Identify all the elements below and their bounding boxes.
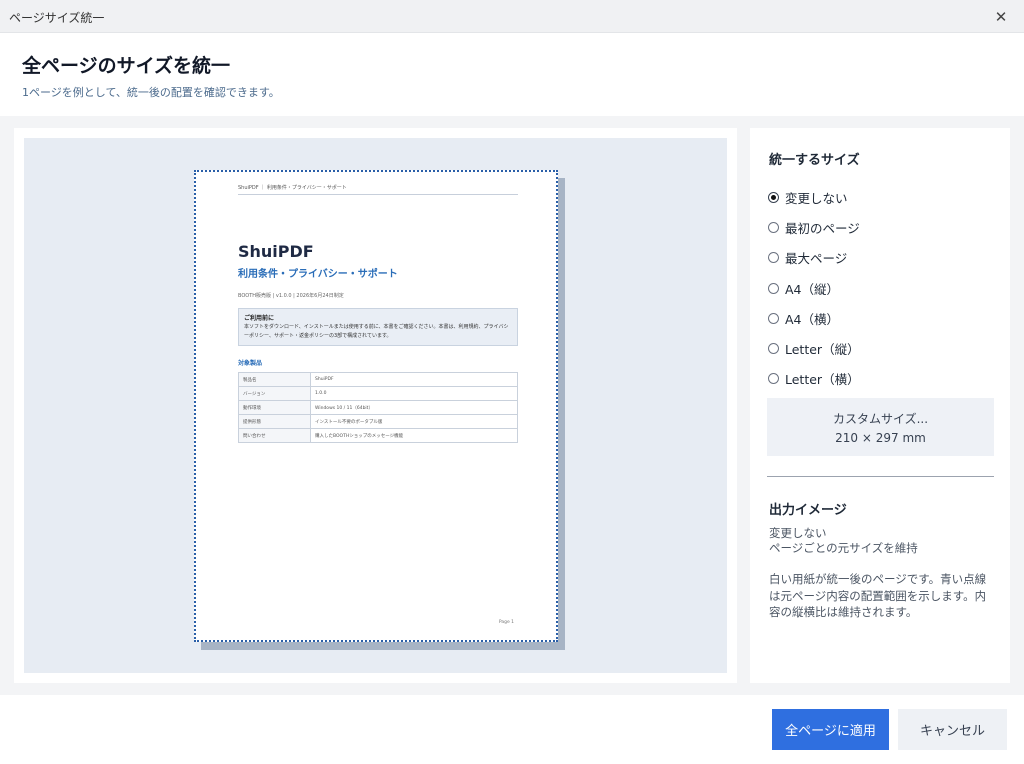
page-content: ShuiPDF ｜ 利用条件・プライバシー・サポート ShuiPDF 利用条件・… [238, 184, 518, 443]
size-option-label: 最大ページ [785, 251, 848, 267]
page-subtitle: 1ページを例として、統一後の配置を確認できます。 [22, 86, 280, 99]
notice-box: ご利用前に 本ソフトをダウンロード、インストールまたは使用する前に、本書をご確認… [238, 308, 518, 346]
document-subtitle: 利用条件・プライバシー・サポート [238, 269, 398, 280]
radio-icon[interactable] [768, 312, 779, 324]
size-option-label: A4（縦） [785, 281, 840, 297]
document-meta: BOOTH販売版 | v1.0.0 | 2026年6月24日制定 [238, 293, 344, 299]
size-section-title: 統一するサイズ [769, 153, 860, 168]
size-option[interactable]: A4（縦） [768, 273, 860, 303]
divider [767, 476, 994, 477]
output-mode: 変更しない [769, 526, 827, 540]
notice-title: ご利用前に [244, 315, 275, 322]
page-title: 全ページのサイズを統一 [22, 55, 231, 77]
section-title: 対象製品 [238, 360, 263, 367]
output-description: ページごとの元サイズを維持 [769, 541, 918, 555]
size-option[interactable]: 最大ページ [768, 243, 860, 273]
radio-icon[interactable] [768, 282, 779, 294]
radio-icon[interactable] [768, 343, 779, 355]
table-key: 提供形態 [238, 414, 311, 429]
size-option-label: A4（横） [785, 311, 840, 327]
size-option-label: 最初のページ [785, 220, 860, 236]
size-option[interactable]: A4（横） [768, 303, 860, 333]
product-table: 製品名 ShuiPDF バージョン 1.0.0 動作環境 Windows 10 / 11（… [238, 372, 518, 443]
dialog-footer: 全ページに適用 キャンセル [0, 695, 1024, 764]
table-key: 製品名 [238, 372, 311, 387]
size-option[interactable]: 最初のページ [768, 212, 860, 242]
table-key: 問い合わせ [238, 428, 311, 443]
table-row: 動作環境 Windows 10 / 11（64bit） [238, 400, 518, 415]
preview-area: ShuiPDF ｜ 利用条件・プライバシー・サポート ShuiPDF 利用条件・… [24, 138, 727, 673]
window-titlebar: ページサイズ統一 ✕ [0, 0, 1024, 33]
close-icon[interactable]: ✕ [978, 0, 1024, 33]
custom-size-label: カスタムサイズ... [832, 411, 929, 426]
size-option-label: Letter（縦） [785, 342, 860, 358]
settings-panel: 統一するサイズ 変更しない 最初のページ 最大ページ A4（縦） A4（横） Letter… [750, 128, 1010, 683]
output-note: 白い用紙が統一後のページです。青い点線は元ページ内容の配置範囲を示します。内容の… [769, 572, 987, 619]
size-option-label: Letter（横） [785, 372, 860, 388]
table-row: バージョン 1.0.0 [238, 386, 518, 401]
table-value: Windows 10 / 11（64bit） [310, 400, 518, 415]
table-value: 1.0.0 [310, 386, 518, 401]
size-options: 変更しない最初のページ 最大ページ A4（縦） A4（横） Letter（縦） Lette… [768, 182, 860, 394]
size-option[interactable]: Letter（縦） [768, 333, 860, 363]
table-row: 提供形態 インストール不要のポータブル版 [238, 414, 518, 429]
dialog-header: 全ページのサイズを統一 1ページを例として、統一後の配置を確認できます。 [0, 33, 1024, 116]
output-section-title: 出力イメージ [769, 503, 847, 518]
table-row: 問い合わせ 購入したBOOTHショップのメッセージ機能 [238, 428, 518, 443]
window-title: ページサイズ統一 [9, 11, 105, 25]
notice-body: 本ソフトをダウンロード、インストールまたは使用する前に、本書をご確認ください。本… [244, 324, 509, 339]
size-option-label: 変更しない [785, 190, 848, 206]
table-row: 製品名 ShuiPDF [238, 372, 518, 387]
table-value: ShuiPDF [310, 372, 518, 387]
table-key: 動作環境 [238, 400, 311, 415]
radio-icon[interactable] [768, 252, 779, 264]
size-option[interactable]: 変更しない [768, 182, 860, 212]
page-number: Page 1 [498, 620, 514, 625]
radio-icon[interactable] [768, 191, 779, 203]
size-option[interactable]: Letter（横） [768, 364, 860, 394]
apply-all-button[interactable]: 全ページに適用 [772, 709, 889, 750]
document-title: ShuiPDF [238, 242, 314, 261]
page-running-header: ShuiPDF ｜ 利用条件・プライバシー・サポート [238, 184, 518, 195]
table-value: 購入したBOOTHショップのメッセージ機能 [310, 428, 518, 443]
preview-panel: ShuiPDF ｜ 利用条件・プライバシー・サポート ShuiPDF 利用条件・… [14, 128, 737, 683]
table-value: インストール不要のポータブル版 [310, 414, 518, 429]
preview-page: ShuiPDF ｜ 利用条件・プライバシー・サポート ShuiPDF 利用条件・… [194, 170, 558, 642]
custom-size-value: 210 × 297 mm [835, 430, 926, 445]
radio-icon[interactable] [768, 221, 779, 233]
radio-icon[interactable] [768, 373, 779, 385]
cancel-button[interactable]: キャンセル [898, 709, 1007, 750]
custom-size-button[interactable]: カスタムサイズ... 210 × 297 mm [767, 398, 994, 456]
table-key: バージョン [238, 386, 311, 401]
